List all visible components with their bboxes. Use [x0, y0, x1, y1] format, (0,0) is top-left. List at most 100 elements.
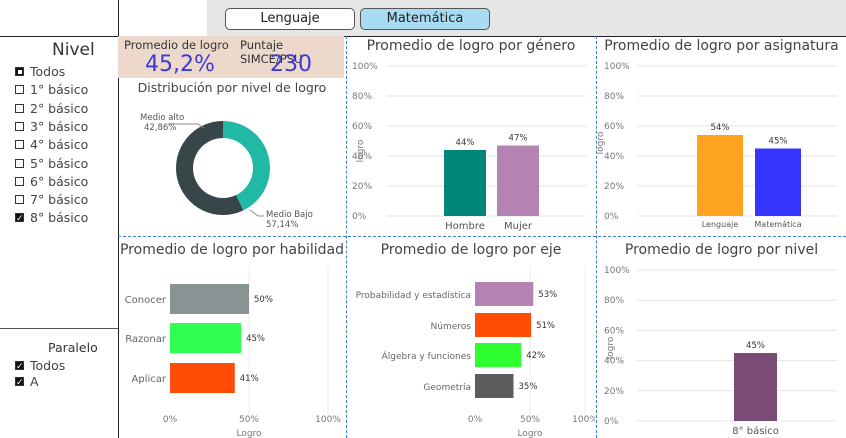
- nivel-slicer-item[interactable]: 4° básico: [15, 137, 89, 153]
- y-tick-label: Álgebra y funciones: [382, 350, 472, 362]
- x-axis-label: Logro: [236, 429, 262, 438]
- y-tick-label: 80%: [604, 296, 624, 306]
- nivel-slicer-item[interactable]: 8° básico: [15, 210, 89, 227]
- paralelo-slicer-item-label: A: [30, 374, 39, 389]
- data-label: 44%: [456, 138, 475, 148]
- bar[interactable]: [475, 374, 514, 398]
- divider: [118, 236, 846, 237]
- y-tick-label: 0%: [604, 417, 619, 427]
- donut-value: 42,86%: [144, 123, 176, 133]
- kpi-panel: Promedio de logro 45,2% Puntaje SIMCE/PS…: [118, 36, 344, 78]
- checkbox[interactable]: [15, 211, 24, 227]
- data-label: 35%: [519, 382, 538, 392]
- donut-svg: Medio alto42,86% Medio Bajo57,14%: [140, 113, 313, 230]
- paralelo-slicer-title: Paralelo: [48, 340, 98, 355]
- tab-lenguaje[interactable]: Lenguaje: [225, 8, 355, 30]
- bar[interactable]: [475, 313, 532, 337]
- divider: [118, 0, 119, 36]
- bar[interactable]: [497, 145, 539, 217]
- y-tick-label: 60%: [352, 122, 372, 132]
- checkbox[interactable]: [15, 103, 24, 113]
- checkbox[interactable]: [15, 140, 24, 150]
- nivel-slicer-item-label: 6° básico: [30, 173, 89, 189]
- y-tick-label: 100%: [604, 62, 630, 72]
- x-tick-label: Mujer: [504, 221, 533, 232]
- y-tick-label: Números: [431, 322, 472, 332]
- genero-chart[interactable]: Promedio de logro por género 0% 20% 40% 60%…: [347, 36, 595, 236]
- data-label: 45%: [769, 137, 788, 147]
- nivel-slicer-item-label: Todos: [30, 64, 66, 79]
- checkbox[interactable]: [15, 195, 24, 205]
- habilidad-chart[interactable]: Promedio de logro por habilidad 0% 50% 100…: [118, 238, 346, 438]
- bar[interactable]: [697, 135, 743, 216]
- nivel-slicer-item[interactable]: 3° básico: [15, 119, 88, 135]
- data-label: 45%: [746, 341, 765, 351]
- bar[interactable]: [170, 323, 242, 353]
- paralelo-slicer-item[interactable]: A: [15, 374, 39, 391]
- y-tick-label: Aplicar: [132, 374, 167, 385]
- data-label: 51%: [536, 321, 555, 331]
- bar[interactable]: [444, 150, 486, 216]
- y-axis-label: logro: [356, 139, 366, 162]
- y-tick-label: 0%: [352, 212, 367, 222]
- bar[interactable]: [170, 284, 249, 314]
- nivel-slicer-item[interactable]: 5° básico: [15, 155, 89, 172]
- nivel-slicer-title: Nivel: [52, 40, 95, 60]
- donut-value: 57,14%: [266, 220, 298, 230]
- checkbox[interactable]: [15, 121, 24, 131]
- bar[interactable]: [734, 353, 777, 421]
- y-tick-label: 40%: [604, 152, 624, 162]
- y-tick-label: 80%: [352, 92, 372, 102]
- nivel-slicer-item-label: 2° básico: [30, 100, 89, 116]
- x-tick-label: Matemática: [754, 220, 801, 229]
- checkbox[interactable]: [15, 176, 24, 186]
- y-tick-label: 60%: [604, 326, 624, 336]
- donut-chart[interactable]: Distribución por nivel de logro Medio al…: [118, 80, 346, 236]
- eje-svg: 0% 50% 100% Logro 53% Probabilidad y estadíst…: [356, 266, 595, 438]
- nivel-slicer-item-label: 5° básico: [30, 155, 89, 171]
- y-tick-label: Razonar: [125, 334, 167, 345]
- nivel-slicer-item[interactable]: 7° básico: [15, 192, 88, 208]
- data-label: 50%: [254, 295, 273, 305]
- nivel-slicer-item[interactable]: Todos: [15, 64, 66, 80]
- checkbox[interactable]: [15, 158, 24, 168]
- bar[interactable]: [475, 282, 534, 306]
- y-tick-label: 20%: [604, 387, 624, 397]
- data-label: 42%: [526, 351, 545, 361]
- paralelo-slicer-item[interactable]: Todos: [15, 358, 65, 375]
- asignatura-chart[interactable]: Promedio de logro por asignatura 0% 20% 40…: [597, 36, 846, 236]
- nivel-slicer-item[interactable]: 1° básico: [15, 82, 89, 98]
- checkbox[interactable]: [15, 359, 24, 375]
- donut-slice[interactable]: [223, 121, 270, 211]
- y-tick-label: 0%: [604, 212, 619, 222]
- x-tick-label: 50%: [239, 415, 259, 425]
- nivel-chart[interactable]: Promedio de logro por nivel 0% 20% 40% 60% 8…: [597, 238, 846, 438]
- checkbox[interactable]: [15, 375, 24, 391]
- y-tick-label: 80%: [604, 92, 624, 102]
- y-axis-label: logro: [606, 336, 616, 359]
- checkbox[interactable]: [15, 67, 24, 76]
- data-label: 54%: [711, 123, 730, 133]
- bar[interactable]: [755, 148, 801, 217]
- checkbox[interactable]: [15, 85, 24, 95]
- bar[interactable]: [475, 343, 522, 367]
- nivel-slicer-item[interactable]: 6° básico: [15, 173, 89, 190]
- nivel-slicer-item-label: 1° básico: [30, 82, 89, 98]
- nivel-slicer-item-label: 8° básico: [30, 210, 89, 226]
- habilidad-svg: 0% 50% 100% Logro 50% Conocer 45% Razonar 41% Apl…: [125, 266, 341, 438]
- paralelo-slicer: Paralelo TodosA: [0, 328, 118, 438]
- x-tick-label: 100%: [572, 415, 595, 425]
- eje-chart[interactable]: Promedio de logro por eje 0%50%100%Logro…: [347, 238, 595, 438]
- nivel-slicer-item[interactable]: 2° básico: [15, 100, 89, 117]
- y-tick-label: Geometría: [423, 383, 471, 393]
- kpi-logro-value: 45,2%: [145, 52, 215, 77]
- asignatura-svg: 0% 20% 40% 60% 80% 100% logro 54% Lenguaje 45% Mat…: [597, 62, 837, 229]
- y-tick-label: 20%: [352, 182, 372, 192]
- data-label: 41%: [240, 374, 259, 384]
- x-tick-label: Lenguaje: [702, 220, 739, 229]
- bar[interactable]: [170, 363, 235, 393]
- tab-strip: Lenguaje Matemática: [207, 0, 846, 36]
- tab-matematica[interactable]: Matemática: [360, 8, 490, 30]
- nivel-slicer-item-label: 4° básico: [30, 137, 89, 153]
- nivel-slicer: Nivel Todos 1° básico 2° básico 3° básico 4°…: [0, 36, 118, 328]
